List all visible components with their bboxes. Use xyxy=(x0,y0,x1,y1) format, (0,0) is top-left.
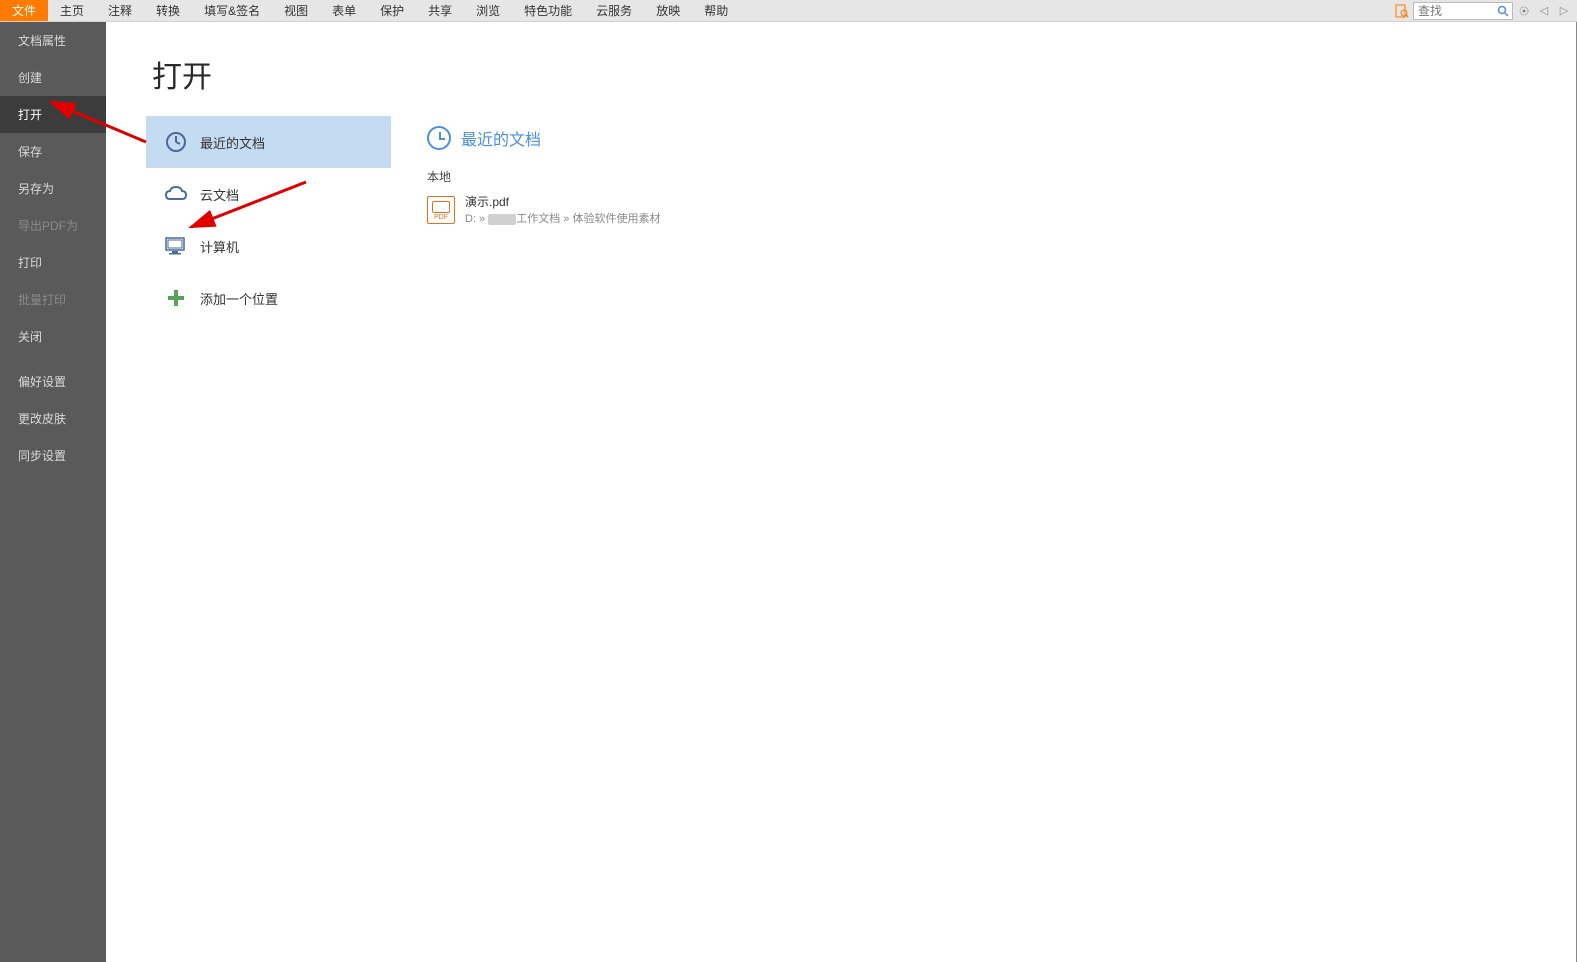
sidebar-item-print[interactable]: 打印 xyxy=(0,244,106,281)
location-add[interactable]: 添加一个位置 xyxy=(146,272,391,324)
sidebar-item-skin[interactable]: 更改皮肤 xyxy=(0,400,106,437)
location-recent[interactable]: 最近的文档 xyxy=(146,116,391,168)
sidebar-item-save[interactable]: 保存 xyxy=(0,133,106,170)
menu-tab-help[interactable]: 帮助 xyxy=(692,0,740,21)
gear-icon[interactable] xyxy=(1515,2,1533,20)
pdf-file-icon xyxy=(427,196,455,224)
menu-tab-protect[interactable]: 保护 xyxy=(368,0,416,21)
search-box[interactable] xyxy=(1413,2,1513,20)
menubar: 文件 主页 注释 转换 填写&签名 视图 表单 保护 共享 浏览 特色功能 云服… xyxy=(0,0,1577,22)
menu-tab-convert[interactable]: 转换 xyxy=(144,0,192,21)
recent-detail-panel: 最近的文档 本地 演示.pdf D: » 工作文档 » 体验软件使用素材 xyxy=(391,22,1577,962)
cloud-icon xyxy=(164,182,188,206)
computer-icon xyxy=(164,234,188,258)
recent-file-row[interactable]: 演示.pdf D: » 工作文档 » 体验软件使用素材 xyxy=(427,191,1576,228)
location-cloud[interactable]: 云文档 xyxy=(146,168,391,220)
sidebar-item-create[interactable]: 创建 xyxy=(0,59,106,96)
menu-tab-slideshow[interactable]: 放映 xyxy=(644,0,692,21)
menu-tab-file[interactable]: 文件 xyxy=(0,0,48,21)
sidebar-item-sync[interactable]: 同步设置 xyxy=(0,437,106,474)
location-label: 最近的文档 xyxy=(200,133,265,152)
file-name: 演示.pdf xyxy=(465,193,660,210)
nav-next-icon[interactable]: ▷ xyxy=(1555,2,1573,20)
location-computer[interactable]: 计算机 xyxy=(146,220,391,272)
sidebar-item-open[interactable]: 打开 xyxy=(0,96,106,133)
search-icon[interactable] xyxy=(1494,5,1512,17)
menu-tab-share[interactable]: 共享 xyxy=(416,0,464,21)
search-input[interactable] xyxy=(1414,4,1494,18)
detail-heading-text: 最近的文档 xyxy=(461,126,541,150)
sidebar-item-close[interactable]: 关闭 xyxy=(0,318,106,355)
find-in-page-icon[interactable] xyxy=(1393,2,1411,20)
plus-icon xyxy=(164,286,188,310)
location-label: 云文档 xyxy=(200,185,239,204)
menu-tab-annotate[interactable]: 注释 xyxy=(96,0,144,21)
menu-tab-browse[interactable]: 浏览 xyxy=(464,0,512,21)
open-locations-panel: 打开 最近的文档 云文档 计算机 添加一个位置 xyxy=(106,22,391,962)
menu-tab-form[interactable]: 表单 xyxy=(320,0,368,21)
menu-tab-fill-sign[interactable]: 填写&签名 xyxy=(192,0,272,21)
file-path: D: » 工作文档 » 体验软件使用素材 xyxy=(465,210,660,226)
menu-tab-view[interactable]: 视图 xyxy=(272,0,320,21)
section-local-label: 本地 xyxy=(427,168,1576,185)
menu-tab-home[interactable]: 主页 xyxy=(48,0,96,21)
sidebar-item-docprops[interactable]: 文档属性 xyxy=(0,22,106,59)
location-label: 添加一个位置 xyxy=(200,289,278,308)
nav-prev-icon[interactable]: ◁ xyxy=(1535,2,1553,20)
detail-heading: 最近的文档 xyxy=(427,126,1576,150)
menu-tab-features[interactable]: 特色功能 xyxy=(512,0,584,21)
panel-title: 打开 xyxy=(152,52,391,96)
sidebar-item-prefs[interactable]: 偏好设置 xyxy=(0,363,106,400)
file-sidebar: 文档属性 创建 打开 保存 另存为 导出PDF为 打印 批量打印 关闭 偏好设置… xyxy=(0,22,106,962)
clock-icon xyxy=(164,130,188,154)
menu-tab-cloud[interactable]: 云服务 xyxy=(584,0,644,21)
sidebar-item-batchprint[interactable]: 批量打印 xyxy=(0,281,106,318)
clock-icon xyxy=(427,126,451,150)
sidebar-item-saveas[interactable]: 另存为 xyxy=(0,170,106,207)
sidebar-item-export[interactable]: 导出PDF为 xyxy=(0,207,106,244)
location-label: 计算机 xyxy=(200,237,239,256)
